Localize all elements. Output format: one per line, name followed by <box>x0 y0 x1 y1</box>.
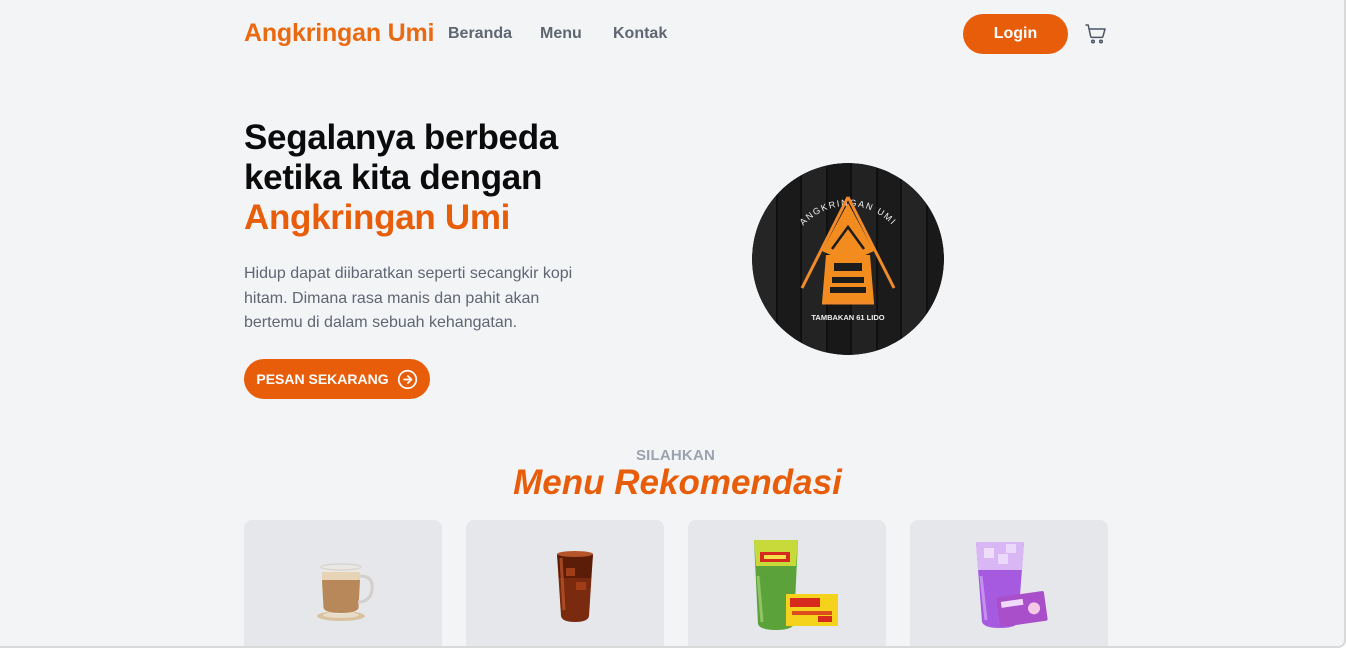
extra-joss-drink-image <box>754 540 838 630</box>
nav-link-beranda[interactable]: Beranda <box>448 25 512 43</box>
hero-title-accent: Angkringan Umi <box>244 198 511 237</box>
iced-tea-image <box>557 551 593 622</box>
section-kicker: SILAHKAN <box>635 447 716 464</box>
login-button[interactable]: Login <box>963 14 1068 54</box>
section-title: Menu Rekomendasi <box>513 463 842 502</box>
hero-title-line-2: ketika kita dengan <box>244 158 543 197</box>
arrow-right-circle-icon <box>397 369 417 389</box>
menu-card-2[interactable] <box>466 520 664 646</box>
nav-link-menu[interactable]: Menu <box>540 25 582 43</box>
brand-logo-text[interactable]: Angkringan Umi <box>244 19 434 48</box>
menu-card-1[interactable] <box>244 520 442 646</box>
order-now-label: PESAN SEKARANG <box>256 371 389 387</box>
coffee-with-milk-image <box>317 563 374 621</box>
taro-ice-drink-image <box>976 542 1048 628</box>
cart-icon[interactable] <box>1084 22 1108 46</box>
angkringan-umi-logo: ANGKRINGAN UMI TAMBAKAN 61 LIDO <box>752 163 944 355</box>
menu-card-4[interactable] <box>910 520 1108 646</box>
nav-link-kontak[interactable]: Kontak <box>613 25 667 43</box>
hero-description: Hidup dapat diibaratkan seperti secangki… <box>244 265 573 331</box>
order-now-button[interactable]: PESAN SEKARANG <box>244 359 430 399</box>
hero-title-line-1: Segalanya berbeda <box>244 118 558 157</box>
logo-bottom-text: TAMBAKAN 61 LIDO <box>811 313 884 322</box>
menu-card-3[interactable] <box>688 520 886 646</box>
page: Angkringan Umi Beranda Menu Kontak Login… <box>0 0 1346 648</box>
hero-title: Segalanya berbeda ketika kita dengan Ang… <box>244 118 664 238</box>
